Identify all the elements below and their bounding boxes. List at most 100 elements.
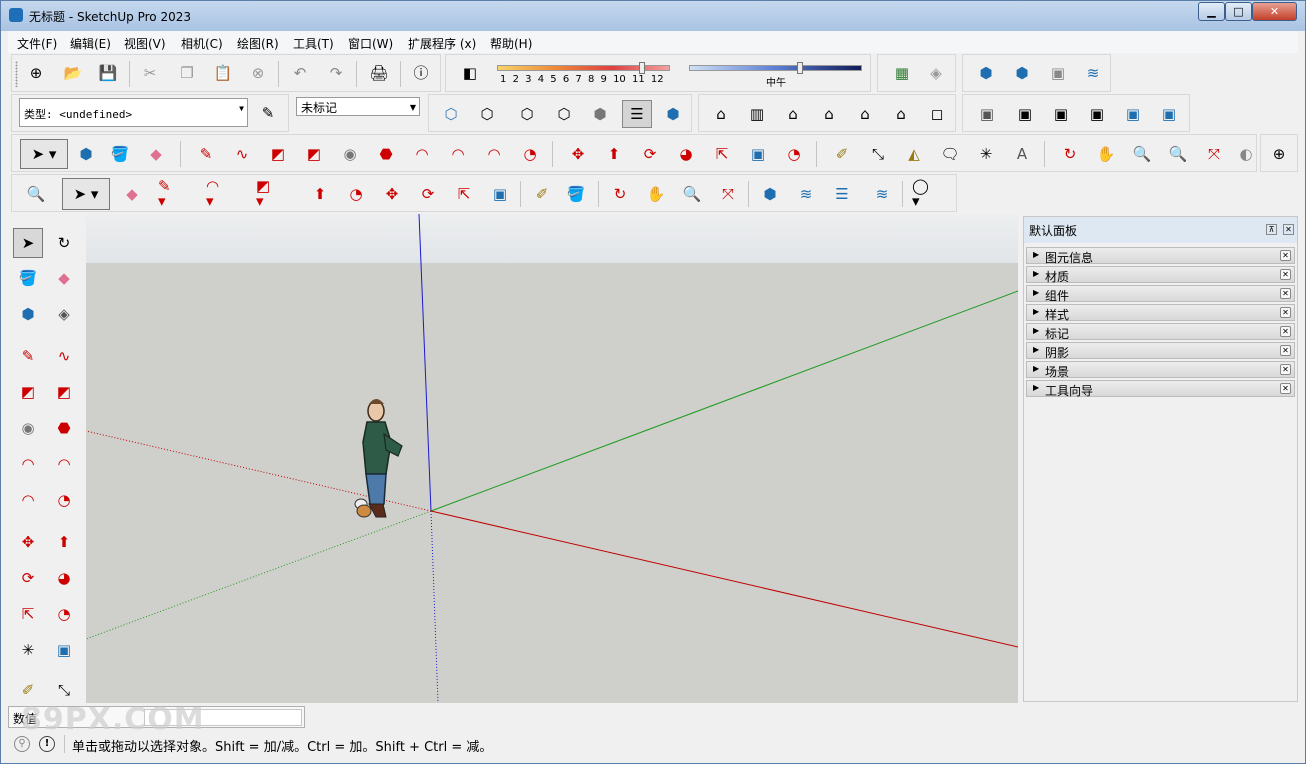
- rotated-rectangle-icon[interactable]: ◩: [52, 380, 76, 404]
- freehand-icon[interactable]: ∿: [52, 344, 76, 368]
- scale-icon[interactable]: ⇱: [16, 602, 40, 626]
- add-location-icon[interactable]: ▦: [890, 61, 914, 85]
- polygon-icon[interactable]: ⬣: [374, 142, 398, 166]
- line-dropdown-icon[interactable]: ✎ ▾: [158, 179, 182, 209]
- push-pull-icon[interactable]: ⬆: [52, 530, 76, 554]
- polygon-icon[interactable]: ⬣: [52, 416, 76, 440]
- 2point-arc-icon[interactable]: ◠: [52, 452, 76, 476]
- rectangle-icon[interactable]: ◩: [16, 380, 40, 404]
- toggle-terrain-icon[interactable]: ◈: [924, 61, 948, 85]
- pan-icon[interactable]: ✋: [1094, 142, 1118, 166]
- intersect-icon[interactable]: ▣: [1013, 102, 1037, 126]
- save-icon[interactable]: 💾: [96, 61, 120, 85]
- model-info-icon[interactable]: ⓘ: [409, 61, 433, 85]
- tape-measure-icon[interactable]: ✐: [530, 182, 554, 206]
- share-model-icon[interactable]: ⬢: [1010, 61, 1034, 85]
- tape-measure-icon[interactable]: ✐: [16, 678, 40, 702]
- close-icon[interactable]: ✕: [1280, 364, 1291, 375]
- menu-edit[interactable]: 编辑(E): [70, 35, 111, 52]
- bottom-view-icon[interactable]: ◻: [925, 102, 949, 126]
- orbit-icon[interactable]: ↻: [608, 182, 632, 206]
- paint-bucket-icon[interactable]: 🪣: [108, 142, 132, 166]
- close-icon[interactable]: ✕: [1280, 269, 1291, 280]
- freehand-icon[interactable]: ∿: [230, 142, 254, 166]
- circle-icon[interactable]: ◉: [16, 416, 40, 440]
- cut-icon[interactable]: ✂: [138, 61, 162, 85]
- paint-bucket-icon[interactable]: 🪣: [16, 266, 40, 290]
- move-icon[interactable]: ✥: [566, 142, 590, 166]
- rotate-icon[interactable]: ⟳: [638, 142, 662, 166]
- select-tool-icon[interactable]: ➤: [13, 228, 43, 258]
- protractor-icon[interactable]: ◭: [902, 142, 926, 166]
- info-icon[interactable]: !: [39, 736, 55, 752]
- extension-manager-icon[interactable]: ≋: [870, 182, 894, 206]
- zoom-icon[interactable]: 🔍: [680, 182, 704, 206]
- panel-materials[interactable]: ▶ 材质 ✕: [1026, 266, 1295, 284]
- rotate-icon[interactable]: ⟳: [16, 566, 40, 590]
- geo-location-icon[interactable]: ⚲: [14, 736, 30, 752]
- right-view-icon[interactable]: ⌂: [817, 102, 841, 126]
- pie-icon[interactable]: ◔: [518, 142, 542, 166]
- menu-extensions[interactable]: 扩展程序 (x): [408, 35, 476, 52]
- zoom-extents-icon[interactable]: ⤧: [716, 182, 740, 206]
- text-icon[interactable]: 🗨: [938, 142, 962, 166]
- shape-dropdown-icon[interactable]: ◩ ▾: [256, 179, 280, 209]
- iso-view-icon[interactable]: ⌂: [709, 102, 733, 126]
- 3point-arc-icon[interactable]: ◠: [16, 488, 40, 512]
- split-icon[interactable]: ▣: [1157, 102, 1181, 126]
- 3d-warehouse-icon[interactable]: ⬢: [758, 182, 782, 206]
- delete-icon[interactable]: ⊗: [246, 61, 270, 85]
- menu-help[interactable]: 帮助(H): [490, 35, 532, 52]
- rotate-icon[interactable]: ⟳: [416, 182, 440, 206]
- rectangle-icon[interactable]: ◩: [266, 142, 290, 166]
- shadow-date-thumb[interactable]: [797, 62, 803, 74]
- back-view-icon[interactable]: ⌂: [853, 102, 877, 126]
- menu-camera[interactable]: 相机(C): [181, 35, 223, 52]
- flip-icon[interactable]: ▣: [488, 182, 512, 206]
- axes-icon[interactable]: ✳: [16, 638, 40, 662]
- left-view-icon[interactable]: ⌂: [889, 102, 913, 126]
- offset-icon[interactable]: ◔: [52, 602, 76, 626]
- menu-file[interactable]: 文件(F): [17, 35, 57, 52]
- line-icon[interactable]: ✎: [194, 142, 218, 166]
- copy-icon[interactable]: ❐: [175, 61, 199, 85]
- rotated-rectangle-icon[interactable]: ◩: [302, 142, 326, 166]
- move-icon[interactable]: ✥: [380, 182, 404, 206]
- shaded-icon[interactable]: ⬢: [588, 102, 612, 126]
- dimension-icon[interactable]: ⤡: [52, 678, 76, 702]
- paste-icon[interactable]: 📋: [211, 61, 235, 85]
- close-icon[interactable]: ✕: [1283, 224, 1294, 235]
- xray-icon[interactable]: ⬡: [439, 102, 463, 126]
- trim-icon[interactable]: ▣: [1121, 102, 1145, 126]
- account-icon[interactable]: ◯ ▾: [912, 179, 936, 209]
- panel-styles[interactable]: ▶ 样式 ✕: [1026, 304, 1295, 322]
- 2point-arc-icon[interactable]: ◠: [446, 142, 470, 166]
- select-dropdown-icon[interactable]: ➤ ▾: [62, 178, 110, 210]
- extension-warehouse-icon[interactable]: ≋: [1081, 61, 1105, 85]
- tape-measure-icon[interactable]: ✐: [830, 142, 854, 166]
- circle-icon[interactable]: ◉: [338, 142, 362, 166]
- top-view-icon[interactable]: ▥: [745, 102, 769, 126]
- union-icon[interactable]: ▣: [1049, 102, 1073, 126]
- panel-scenes[interactable]: ▶ 场景 ✕: [1026, 361, 1295, 379]
- zoom-icon[interactable]: 🔍: [24, 182, 48, 206]
- shadow-toggle-icon[interactable]: ◧: [458, 61, 482, 85]
- close-button[interactable]: ✕: [1252, 2, 1297, 21]
- new-icon[interactable]: ⊕: [24, 61, 48, 85]
- crosshair-icon[interactable]: ⊕: [1267, 142, 1291, 166]
- panel-components[interactable]: ▶ 组件 ✕: [1026, 285, 1295, 303]
- arc-icon[interactable]: ◠: [410, 142, 434, 166]
- shaded-textures-icon[interactable]: ☰: [622, 100, 652, 128]
- outer-shell-icon[interactable]: ▣: [975, 102, 999, 126]
- pie-icon[interactable]: ◔: [52, 488, 76, 512]
- tag-pencil-icon[interactable]: ✎: [256, 101, 280, 125]
- line-icon[interactable]: ✎: [16, 344, 40, 368]
- axes-icon[interactable]: ✳: [974, 142, 998, 166]
- monochrome-icon[interactable]: ⬢: [661, 102, 685, 126]
- zoom-icon[interactable]: 🔍: [1130, 142, 1154, 166]
- layout-icon[interactable]: ☰: [830, 182, 854, 206]
- offset-icon[interactable]: ◔: [782, 142, 806, 166]
- paint-bucket-icon[interactable]: 🪣: [564, 182, 588, 206]
- flip-icon[interactable]: ▣: [746, 142, 770, 166]
- dimension-icon[interactable]: ⤡: [866, 142, 890, 166]
